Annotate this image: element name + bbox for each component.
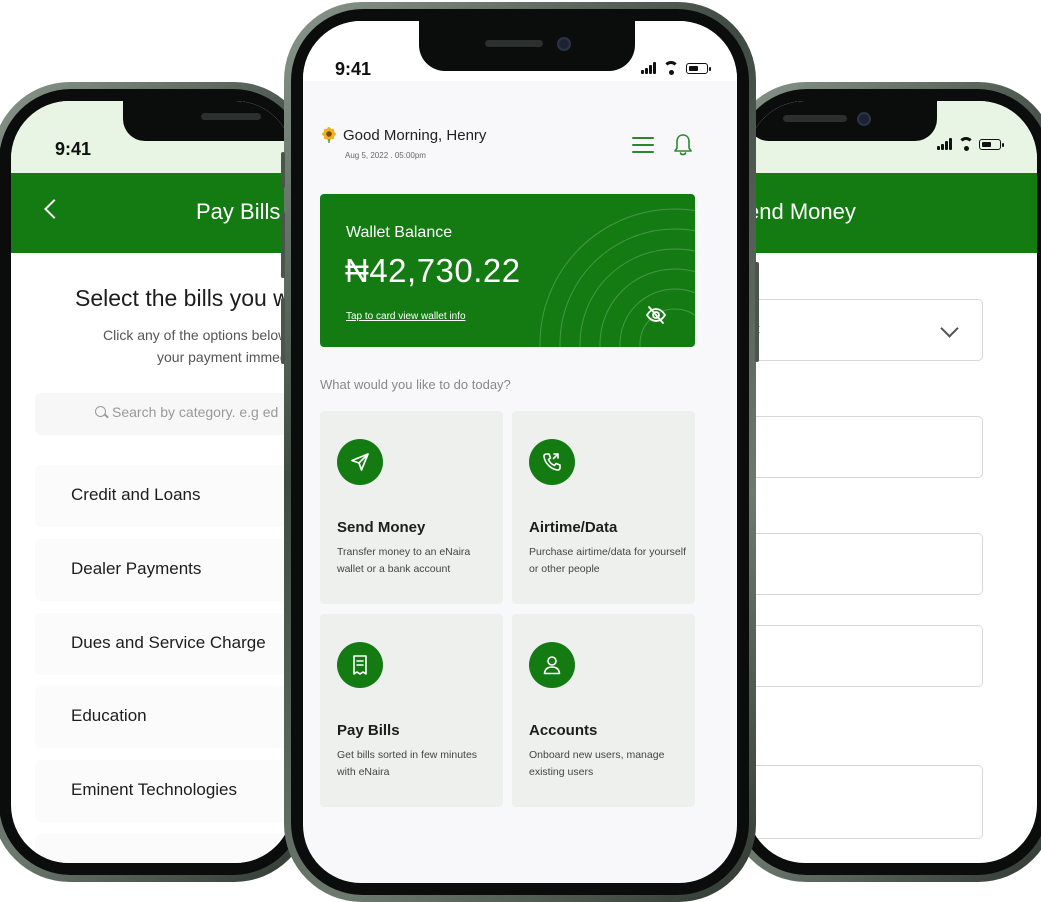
category-label: Dealer Payments — [71, 559, 202, 578]
speaker-grille — [485, 40, 543, 47]
airtime-data-card[interactable]: Airtime/Data Purchase airtime/data for y… — [512, 411, 695, 604]
category-label: Eminent Technologies — [71, 780, 238, 799]
front-camera — [857, 112, 871, 126]
phone-bezel: 9:41 Pay Bills Select the bills you w Cl… — [0, 89, 305, 875]
category-partial[interactable] — [35, 834, 293, 863]
battery-icon — [686, 63, 711, 74]
action-description: Get bills sorted in few minutes with eNa… — [337, 749, 478, 778]
hamburger-menu-icon[interactable] — [632, 137, 654, 154]
form-input-field[interactable] — [747, 416, 983, 478]
category-label: Education — [71, 706, 147, 725]
status-time: 9:41 — [335, 59, 372, 79]
decorative-arcs — [539, 208, 695, 347]
status-time: 9:41 — [55, 139, 92, 159]
receipt-icon — [337, 642, 383, 688]
wallet-balance-amount: ₦42,730.22 — [345, 252, 521, 289]
wallet-label: Wallet Balance — [346, 224, 453, 241]
phone-call-icon — [529, 439, 575, 485]
category-education[interactable]: Education — [35, 686, 293, 748]
phone-side-button — [281, 212, 285, 278]
action-description: Transfer money to an eNaira wallet or a … — [337, 546, 471, 575]
form-input-field[interactable] — [747, 533, 983, 595]
category-credit-and-loans[interactable]: Credit and Loans — [35, 465, 293, 527]
phone-notch — [123, 101, 293, 141]
back-arrow-icon[interactable] — [44, 199, 64, 219]
page-title: Pay Bills — [196, 199, 281, 224]
chevron-down-icon — [940, 319, 959, 338]
greeting-text: Good Morning, Henry — [343, 127, 487, 144]
speaker-grille — [201, 113, 261, 120]
category-dues-and-service-charge[interactable]: Dues and Service Charge — [35, 613, 293, 675]
user-icon — [529, 642, 575, 688]
actions-prompt: What would you like to do today? — [320, 377, 511, 392]
action-description: Onboard new users, manage existing users — [529, 749, 665, 778]
status-bar — [747, 101, 1037, 173]
form-input-field[interactable] — [747, 765, 983, 839]
category-search-input[interactable]: Search by category. e.g ed — [35, 393, 293, 435]
search-icon — [95, 406, 106, 417]
home-dashboard-screen: 9:41 Good Morning, Henry Aug 5, 2022 . 0… — [303, 21, 737, 883]
left-phone-mockup: 9:41 Pay Bills Select the bills you w Cl… — [0, 82, 312, 882]
send-money-screen: end Money unt o — [747, 101, 1037, 863]
search-placeholder: Search by category. e.g ed — [112, 404, 279, 420]
signal-icon — [937, 138, 953, 150]
instructions-line-1: Click any of the options below t — [103, 327, 293, 343]
action-title: Accounts — [529, 722, 598, 739]
pay-bills-card[interactable]: Pay Bills Get bills sorted in few minute… — [320, 614, 503, 807]
phone-side-button — [281, 298, 285, 364]
pay-bills-header: Pay Bills — [11, 173, 293, 253]
phone-notch — [419, 21, 635, 71]
action-title: Pay Bills — [337, 722, 400, 739]
front-camera — [557, 37, 571, 51]
page-title: end Money — [747, 199, 856, 224]
send-money-header: end Money — [747, 173, 1037, 253]
category-label: Credit and Loans — [71, 485, 201, 504]
account-dropdown[interactable]: unt — [747, 299, 983, 361]
hide-balance-eye-off-icon[interactable] — [645, 304, 667, 326]
category-dealer-payments[interactable]: Dealer Payments — [35, 539, 293, 601]
action-title: Airtime/Data — [529, 519, 618, 536]
status-bar: 9:41 — [11, 101, 293, 173]
notification-bell-icon[interactable] — [673, 133, 693, 157]
wallet-balance-card[interactable]: Wallet Balance ₦42,730.22 Tap to card vi… — [320, 194, 695, 347]
form-input-field[interactable] — [747, 625, 983, 687]
category-eminent-technologies[interactable]: Eminent Technologies — [35, 760, 293, 822]
battery-icon — [979, 139, 1004, 150]
phone-side-button — [281, 152, 285, 188]
center-phone-mockup: 9:41 Good Morning, Henry Aug 5, 2022 . 0… — [281, 2, 759, 902]
phone-notch — [747, 101, 937, 141]
accounts-card[interactable]: Accounts Onboard new users, manage exist… — [512, 614, 695, 807]
wifi-icon — [663, 61, 679, 75]
greeting-date: Aug 5, 2022 . 05:00pm — [345, 151, 426, 160]
send-money-card[interactable]: Send Money Transfer money to an eNaira w… — [320, 411, 503, 604]
select-bills-heading: Select the bills you w — [75, 285, 290, 311]
signal-icon — [641, 62, 657, 74]
wifi-icon — [958, 137, 974, 151]
send-icon — [337, 439, 383, 485]
wallet-info-link[interactable]: Tap to card view wallet info — [346, 311, 466, 322]
phone-bezel: end Money unt o — [735, 89, 1041, 875]
action-title: Send Money — [337, 519, 426, 536]
phone-bezel: 9:41 Good Morning, Henry Aug 5, 2022 . 0… — [291, 9, 749, 895]
instructions-line-2: your payment immedi — [157, 349, 291, 365]
sunflower-icon — [322, 127, 336, 143]
pay-bills-screen: 9:41 Pay Bills Select the bills you w Cl… — [11, 101, 293, 863]
action-description: Purchase airtime/data for yourself or ot… — [529, 546, 686, 575]
status-bar: 9:41 — [303, 21, 737, 81]
category-label: Dues and Service Charge — [71, 633, 266, 652]
right-phone-mockup: end Money unt o — [728, 82, 1041, 882]
phone-side-button — [755, 262, 759, 362]
speaker-grille — [783, 115, 847, 122]
